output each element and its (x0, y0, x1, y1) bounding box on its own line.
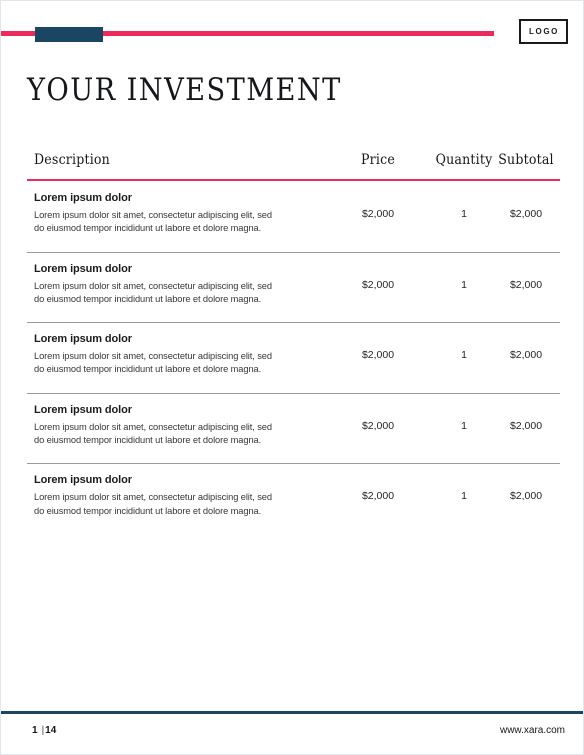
row-body: Lorem ipsum dolor sit amet, consectetur … (34, 351, 272, 375)
document-page: LOGO YOUR INVESTMENT Description Price Q… (0, 0, 584, 755)
header-navy-block (35, 27, 103, 42)
row-body: Lorem ipsum dolor sit amet, consectetur … (34, 492, 272, 516)
cell-description: Lorem ipsum dolor Lorem ipsum dolor sit … (34, 263, 324, 306)
cell-price: $2,000 (361, 349, 395, 362)
column-header-subtotal: Subtotal (498, 152, 554, 168)
cell-description: Lorem ipsum dolor Lorem ipsum dolor sit … (34, 474, 324, 517)
investment-table: Description Price Quantity Subtotal Lore… (27, 152, 560, 534)
cell-description: Lorem ipsum dolor Lorem ipsum dolor sit … (34, 192, 324, 235)
page-header: LOGO (1, 1, 583, 61)
column-header-quantity: Quantity (435, 152, 493, 168)
cell-price: $2,000 (361, 278, 395, 291)
cell-subtotal: $2,000 (509, 278, 543, 291)
row-body: Lorem ipsum dolor sit amet, consectetur … (34, 210, 272, 234)
cell-price: $2,000 (361, 208, 395, 220)
row-title: Lorem ipsum dolor (34, 192, 132, 204)
cell-subtotal: $2,000 (509, 490, 543, 503)
page-number: 1 (32, 725, 38, 736)
table-row: Lorem ipsum dolor Lorem ipsum dolor sit … (27, 463, 560, 534)
cell-price: $2,000 (361, 419, 395, 432)
footer-website: www.xara.com (499, 725, 565, 736)
cell-description: Lorem ipsum dolor Lorem ipsum dolor sit … (34, 333, 324, 376)
cell-subtotal: $2,000 (509, 419, 543, 432)
page-footer: 1 |14 www.xara.com (1, 714, 583, 754)
row-title: Lorem ipsum dolor (34, 474, 132, 487)
table-row: Lorem ipsum dolor Lorem ipsum dolor sit … (27, 392, 560, 464)
table-row: Lorem ipsum dolor Lorem ipsum dolor sit … (27, 251, 560, 323)
logo-label: LOGO (529, 26, 559, 36)
row-title: Lorem ipsum dolor (34, 403, 132, 416)
column-header-price: Price (361, 152, 395, 168)
row-title: Lorem ipsum dolor (34, 262, 132, 275)
row-title: Lorem ipsum dolor (34, 333, 132, 346)
page-total: 14 (45, 725, 57, 736)
row-body: Lorem ipsum dolor sit amet, consectetur … (34, 280, 272, 304)
cell-description: Lorem ipsum dolor Lorem ipsum dolor sit … (34, 404, 324, 447)
cell-subtotal: $2,000 (509, 349, 543, 362)
table-body: Lorem ipsum dolor Lorem ipsum dolor sit … (27, 181, 560, 534)
table-row: Lorem ipsum dolor Lorem ipsum dolor sit … (27, 322, 560, 393)
logo-placeholder: LOGO (519, 19, 568, 44)
table-header-row: Description Price Quantity Subtotal (27, 152, 560, 179)
cell-price: $2,000 (361, 490, 395, 503)
page-title: YOUR INVESTMENT (27, 72, 342, 108)
cell-subtotal: $2,000 (509, 208, 543, 220)
column-header-description: Description (34, 152, 110, 168)
row-body: Lorem ipsum dolor sit amet, consectetur … (34, 421, 272, 445)
table-row: Lorem ipsum dolor Lorem ipsum dolor sit … (27, 181, 560, 252)
page-indicator: 1 |14 (32, 725, 56, 736)
